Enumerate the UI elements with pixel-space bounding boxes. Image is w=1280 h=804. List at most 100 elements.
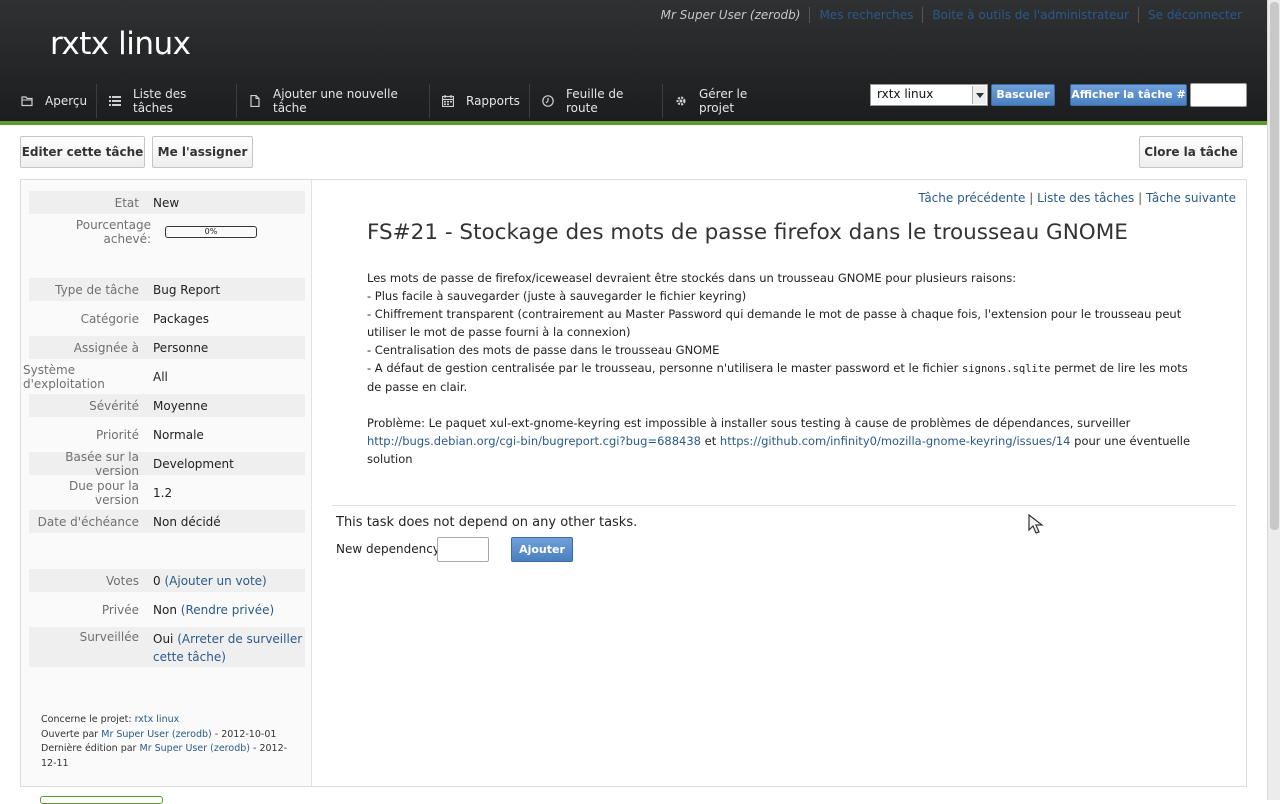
- page-scrollbar[interactable]: [1267, 0, 1280, 800]
- field-label: Due pour la version: [68, 478, 139, 507]
- code-filename: signons.sqlite: [962, 363, 1051, 375]
- task-title: FS#21 - Stockage des mots de passe firef…: [367, 220, 1128, 245]
- field-label: Surveillée: [79, 630, 139, 644]
- switch-project-button[interactable]: Basculer: [991, 84, 1055, 106]
- previous-task-link[interactable]: Tâche précédente: [918, 191, 1025, 205]
- field-label: Priorité: [96, 427, 139, 442]
- meta-label: Ouverte par: [41, 728, 99, 740]
- field-value: Personne: [153, 340, 209, 355]
- field-os: Système d'exploitation All: [23, 363, 305, 391]
- comment-tab-edge[interactable]: [40, 796, 163, 804]
- field-value: Oui (Arreter de surveiller cette tâche): [153, 630, 305, 666]
- calendar-icon: [442, 95, 454, 107]
- gear-icon: [675, 95, 687, 107]
- project-select[interactable]: rxtx linux: [870, 84, 988, 106]
- nav-reports[interactable]: Rapports: [430, 84, 530, 118]
- field-label: Privée: [101, 602, 139, 617]
- main-nav: Aperçu Liste des tâches Ajouter une nouv…: [0, 84, 793, 118]
- edit-task-button[interactable]: Editer cette tâche: [20, 136, 145, 168]
- field-value: Non (Rendre privée): [153, 603, 274, 617]
- meta-project-link[interactable]: rxtx linux: [135, 714, 180, 725]
- next-task-link[interactable]: Tâche suivante: [1146, 191, 1236, 205]
- field-label: Type de tâche: [55, 282, 139, 297]
- folder-icon: [21, 95, 33, 107]
- logout-link[interactable]: Se déconnecter: [1138, 7, 1251, 23]
- field-value: New: [153, 195, 180, 210]
- field-label: Votes: [106, 573, 139, 588]
- task-id-input[interactable]: [1190, 83, 1247, 107]
- nav-task-list[interactable]: Liste des tâches: [97, 84, 237, 118]
- debian-bug-link[interactable]: http://bugs.debian.org/cgi-bin/bugreport…: [367, 434, 701, 448]
- field-progress: Pourcentage achevé: 0%: [29, 217, 305, 246]
- project-select-value: rxtx linux: [877, 87, 934, 101]
- nav-manage-project[interactable]: Gérer le projet: [663, 84, 793, 118]
- add-vote-link[interactable]: (Ajouter un vote): [164, 574, 266, 588]
- github-issue-link[interactable]: https://github.com/infinity0/mozilla-gno…: [720, 434, 1071, 448]
- assign-me-button[interactable]: Me l'assigner: [152, 136, 253, 168]
- nav-roadmap-label: Feuille de route: [566, 87, 624, 115]
- close-task-button[interactable]: Clore la tâche: [1139, 136, 1243, 168]
- nav-overview-label: Aperçu: [45, 94, 88, 108]
- field-label: Assignée à: [73, 340, 139, 355]
- clock-icon: [542, 95, 554, 107]
- user-name-link[interactable]: Mr Super User (zerodb): [652, 7, 810, 23]
- field-value: Non décidé: [153, 514, 221, 529]
- progress-bar: 0%: [165, 225, 257, 238]
- chevron-down-icon[interactable]: [972, 86, 986, 104]
- project-title[interactable]: rxtx linux: [50, 26, 191, 62]
- nav-separator: |: [1029, 191, 1034, 205]
- votes-count: 0: [153, 573, 161, 588]
- field-label: Système d'exploitation: [23, 362, 105, 391]
- stop-watching-link[interactable]: (Arreter de surveiller cette tâche): [153, 632, 302, 664]
- description-line: Les mots de passe de firefox/iceweasel d…: [367, 271, 1017, 285]
- divider: [332, 505, 1236, 506]
- meta-label: Concerne le projet:: [41, 714, 132, 725]
- description-line: - Centralisation des mots de passe dans …: [367, 343, 720, 357]
- show-task-button[interactable]: Afficher la tâche #: [1070, 84, 1187, 106]
- field-label: Basée sur la version: [65, 449, 139, 478]
- dependency-status: This task does not depend on any other t…: [336, 515, 638, 530]
- my-searches-link[interactable]: Mes recherches: [809, 7, 922, 23]
- nav-add-task-label: Ajouter une nouvelle tâche: [273, 87, 398, 115]
- nav-add-task[interactable]: Ajouter une nouvelle tâche: [237, 84, 430, 118]
- field-severity: Sévérité Moyenne: [29, 394, 305, 417]
- field-state: Etat New: [29, 191, 305, 214]
- private-value: Non: [153, 602, 177, 617]
- meta-project-line: Concerne le projet: rxtx linux: [41, 713, 291, 728]
- task-list-link[interactable]: Liste des tâches: [1037, 191, 1134, 205]
- field-label: Catégorie: [80, 311, 139, 326]
- field-due-date: Date d'échéance Non décidé: [29, 510, 305, 533]
- mouse-cursor-icon: [1028, 513, 1044, 534]
- admin-toolbox-link[interactable]: Boite à outils de l'administrateur: [922, 7, 1138, 23]
- add-dependency-button[interactable]: Ajouter: [511, 537, 573, 562]
- meta-opened-user-link[interactable]: Mr Super User (zerodb): [101, 729, 211, 740]
- new-dependency-input[interactable]: [437, 537, 489, 562]
- field-private: Privée Non (Rendre privée): [29, 598, 305, 621]
- header: rxtx linux Mr Super User (zerodb) Mes re…: [0, 0, 1267, 121]
- nav-manage-project-label: Gérer le projet: [699, 87, 748, 115]
- watched-value: Oui: [153, 632, 174, 646]
- meta-opened-line: Ouverte par Mr Super User (zerodb) - 201…: [41, 728, 291, 743]
- nav-overview[interactable]: Aperçu: [0, 84, 97, 118]
- scrollbar-thumb[interactable]: [1270, 2, 1279, 530]
- field-value: Normale: [153, 427, 204, 442]
- meta-edited-user-link[interactable]: Mr Super User (zerodb): [140, 743, 250, 754]
- description-line: - Plus facile à sauvegarder (juste à sau…: [367, 289, 747, 303]
- field-value: 0 (Ajouter un vote): [153, 574, 267, 588]
- field-label: Date d'échéance: [37, 514, 139, 529]
- nav-roadmap[interactable]: Feuille de route: [530, 84, 663, 118]
- field-category: Catégorie Packages: [29, 307, 305, 330]
- nav-reports-label: Rapports: [466, 94, 520, 108]
- field-assigned: Assignée à Personne: [29, 336, 305, 359]
- field-reported-version: Basée sur la version Development: [29, 449, 305, 478]
- connector-text: et: [704, 434, 717, 448]
- field-label: Pourcentage achevé:: [75, 217, 151, 246]
- field-value: All: [153, 369, 168, 384]
- description-text: - A défaut de gestion centralisée par le…: [367, 361, 959, 375]
- field-task-type: Type de tâche Bug Report: [29, 278, 305, 301]
- field-due-version: Due pour la version 1.2: [29, 478, 305, 507]
- task-navigation: Tâche précédente | Liste des tâches | Tâ…: [918, 191, 1236, 205]
- make-private-link[interactable]: (Rendre privée): [181, 603, 274, 617]
- meta-label: Dernière édition par: [41, 743, 137, 754]
- task-description: Les mots de passe de firefox/iceweasel d…: [367, 269, 1197, 468]
